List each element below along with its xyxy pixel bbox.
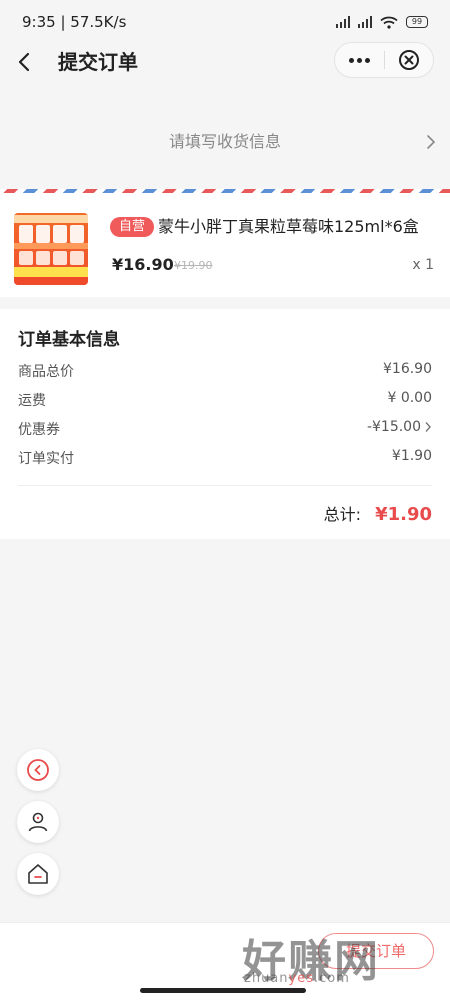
order-total: 总计: ¥1.90 bbox=[324, 501, 432, 525]
product-price: ¥16.90 bbox=[112, 255, 174, 274]
row-goods-total: 商品总价 ¥16.90 bbox=[18, 361, 432, 383]
product-name: 蒙牛小胖丁真果粒草莓味125ml*6盒 bbox=[158, 217, 419, 236]
wifi-icon bbox=[380, 16, 398, 29]
battery-icon: 99 bbox=[406, 16, 428, 28]
watermark-en: zhuanyes.com bbox=[244, 971, 350, 986]
row-label: 运费 bbox=[18, 393, 46, 409]
order-info-section: 订单基本信息 商品总价 ¥16.90 运费 ¥ 0.00 优惠券 -¥15.00… bbox=[0, 309, 450, 539]
home-indicator bbox=[140, 988, 306, 993]
signal-icon-2 bbox=[358, 16, 372, 28]
home-float-button[interactable] bbox=[17, 853, 59, 895]
close-button[interactable] bbox=[385, 49, 433, 71]
row-label: 优惠券 bbox=[18, 422, 60, 438]
row-value: ¥ 0.00 bbox=[387, 390, 432, 406]
address-selector[interactable]: 请填写收货信息 bbox=[0, 96, 450, 186]
original-price: ¥19.90 bbox=[174, 259, 213, 272]
status-bar: 9:35 | 57.5K/s 99 bbox=[0, 0, 450, 44]
divider bbox=[18, 485, 432, 486]
signal-icon bbox=[336, 16, 350, 28]
user-icon bbox=[28, 812, 48, 832]
row-paid: 订单实付 ¥1.90 bbox=[18, 448, 432, 470]
total-label: 总计: bbox=[323, 505, 362, 524]
page-title: 提交订单 bbox=[58, 50, 138, 74]
header: 提交订单 bbox=[0, 40, 450, 84]
order-info-title: 订单基本信息 bbox=[18, 330, 120, 350]
back-arrow-icon bbox=[18, 52, 30, 72]
status-icons: 99 bbox=[336, 16, 428, 29]
close-icon bbox=[398, 50, 419, 70]
row-value: ¥1.90 bbox=[391, 448, 432, 464]
product-image[interactable] bbox=[14, 213, 88, 285]
row-value: ¥16.90 bbox=[383, 361, 432, 377]
back-float-button[interactable] bbox=[17, 749, 59, 791]
back-button[interactable] bbox=[14, 48, 38, 76]
row-value: -¥15.00 bbox=[367, 419, 432, 435]
more-icon bbox=[349, 57, 370, 63]
chevron-right-icon bbox=[425, 422, 431, 432]
row-label: 商品总价 bbox=[18, 364, 74, 380]
address-hint: 请填写收货信息 bbox=[168, 132, 281, 151]
product-quantity: x 1 bbox=[412, 257, 434, 273]
back-circle-icon bbox=[27, 759, 49, 781]
coupon-value: -¥15.00 bbox=[366, 419, 421, 435]
mini-program-capsule bbox=[334, 42, 434, 78]
more-button[interactable] bbox=[335, 57, 384, 63]
chevron-right-icon bbox=[427, 135, 436, 149]
product-card: 自营 蒙牛小胖丁真果粒草莓味125ml*6盒 ¥16.90 ¥19.90 x 1 bbox=[0, 193, 450, 297]
self-operated-badge: 自营 bbox=[110, 217, 154, 237]
submit-order-button[interactable]: 提交订单 bbox=[318, 933, 434, 969]
status-time: 9:35 | 57.5K/s bbox=[22, 13, 127, 31]
row-coupon[interactable]: 优惠券 -¥15.00 bbox=[18, 419, 432, 441]
row-label: 订单实付 bbox=[18, 451, 74, 467]
row-shipping: 运费 ¥ 0.00 bbox=[18, 390, 432, 412]
total-amount: ¥1.90 bbox=[375, 504, 432, 525]
user-float-button[interactable] bbox=[17, 801, 59, 843]
home-icon bbox=[28, 864, 48, 884]
